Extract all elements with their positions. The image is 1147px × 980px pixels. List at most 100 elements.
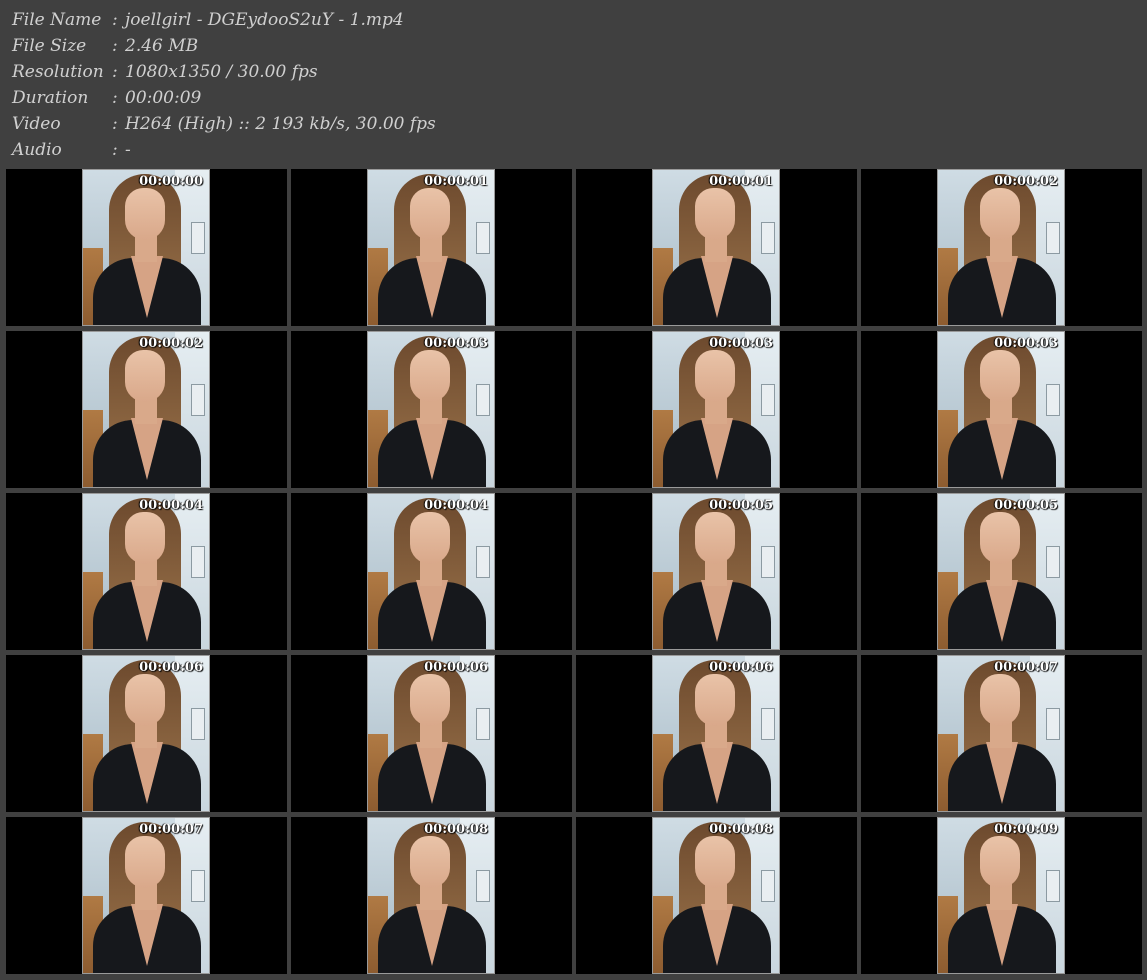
frame-panel: [1046, 222, 1060, 254]
info-row-file-size: File Size:2.46 MB: [12, 33, 198, 59]
timestamp-label: 00:00:08: [709, 822, 773, 837]
timestamp-label: 00:00:01: [709, 174, 773, 189]
frame-panel: [1046, 546, 1060, 578]
video-frame-image: 00:00:06: [82, 655, 210, 812]
frame-panel: [191, 546, 205, 578]
frame-face: [980, 512, 1020, 564]
frame-face: [410, 188, 450, 240]
frame-face: [125, 350, 165, 402]
info-label: Resolution: [12, 62, 104, 82]
timestamp-label: 00:00:04: [139, 498, 203, 513]
frame-face: [410, 350, 450, 402]
thumbnail-cell: 00:00:02: [6, 331, 287, 488]
thumbnail-cell: 00:00:00: [6, 169, 287, 326]
timestamp-label: 00:00:00: [139, 174, 203, 189]
frame-vneck: [986, 418, 1018, 480]
frame-panel: [1046, 384, 1060, 416]
info-row-audio: Audio: -: [12, 137, 131, 163]
timestamp-label: 00:00:06: [424, 660, 488, 675]
video-frame-image: 00:00:03: [367, 331, 495, 488]
video-frame-image: 00:00:01: [367, 169, 495, 326]
video-frame-image: 00:00:03: [937, 331, 1065, 488]
info-separator: :: [112, 114, 118, 134]
frame-vneck: [131, 904, 163, 966]
frame-vneck: [701, 418, 733, 480]
frame-face: [125, 674, 165, 726]
frame-vneck: [131, 742, 163, 804]
info-value: H264 (High) :: 2 193 kb/s, 30.00 fps: [125, 114, 436, 134]
video-frame-image: 00:00:07: [82, 817, 210, 974]
frame-panel: [761, 708, 775, 740]
timestamp-label: 00:00:07: [139, 822, 203, 837]
frame-face: [695, 836, 735, 888]
thumbnail-cell: 00:00:02: [861, 169, 1142, 326]
info-separator: :: [112, 140, 118, 160]
frame-panel: [191, 870, 205, 902]
thumbnail-cell: 00:00:04: [6, 493, 287, 650]
frame-face: [980, 350, 1020, 402]
frame-vneck: [701, 256, 733, 318]
frame-vneck: [416, 418, 448, 480]
thumbnail-cell: 00:00:05: [576, 493, 857, 650]
video-frame-image: 00:00:00: [82, 169, 210, 326]
frame-face: [410, 512, 450, 564]
info-separator: :: [112, 36, 118, 56]
thumbnail-cell: 00:00:01: [576, 169, 857, 326]
info-value: 1080x1350 / 30.00 fps: [125, 62, 318, 82]
frame-vneck: [416, 904, 448, 966]
frame-face: [695, 674, 735, 726]
frame-panel: [191, 708, 205, 740]
thumbnail-cell: 00:00:08: [291, 817, 572, 974]
video-frame-image: 00:00:04: [367, 493, 495, 650]
frame-face: [695, 188, 735, 240]
frame-panel: [476, 222, 490, 254]
frame-face: [980, 188, 1020, 240]
info-label: File Size: [12, 36, 87, 56]
thumbnail-cell: 00:00:05: [861, 493, 1142, 650]
frame-panel: [761, 384, 775, 416]
video-frame-image: 00:00:05: [937, 493, 1065, 650]
info-label: Duration: [12, 88, 89, 108]
thumbnail-cell: 00:00:06: [576, 655, 857, 812]
video-frame-image: 00:00:02: [82, 331, 210, 488]
info-row-video: Video: H264 (High) :: 2 193 kb/s, 30.00 f…: [12, 111, 436, 137]
frame-vneck: [986, 904, 1018, 966]
frame-face: [695, 350, 735, 402]
frame-panel: [761, 222, 775, 254]
thumbnail-cell: 00:00:06: [6, 655, 287, 812]
thumbnail-cell: 00:00:07: [861, 655, 1142, 812]
info-value: 00:00:09: [125, 88, 202, 108]
timestamp-label: 00:00:06: [139, 660, 203, 675]
thumbnail-cell: 00:00:06: [291, 655, 572, 812]
video-frame-image: 00:00:08: [652, 817, 780, 974]
frame-panel: [476, 870, 490, 902]
frame-vneck: [416, 742, 448, 804]
video-frame-image: 00:00:06: [367, 655, 495, 812]
frame-vneck: [986, 580, 1018, 642]
video-frame-image: 00:00:04: [82, 493, 210, 650]
timestamp-label: 00:00:05: [709, 498, 773, 513]
info-value: -: [125, 140, 131, 160]
thumbnail-cell: 00:00:09: [861, 817, 1142, 974]
frame-vneck: [131, 580, 163, 642]
frame-face: [410, 836, 450, 888]
timestamp-label: 00:00:03: [424, 336, 488, 351]
info-row-file-name: File Name: joellgirl - DGEydooS2uY - 1.mp…: [12, 7, 404, 33]
thumbnail-cell: 00:00:03: [861, 331, 1142, 488]
info-label: Audio: [12, 140, 62, 160]
frame-vneck: [416, 256, 448, 318]
frame-vneck: [986, 256, 1018, 318]
frame-vneck: [131, 256, 163, 318]
info-separator: :: [112, 88, 118, 108]
frame-vneck: [701, 580, 733, 642]
video-frame-image: 00:00:09: [937, 817, 1065, 974]
info-separator: :: [112, 10, 118, 30]
frame-vneck: [416, 580, 448, 642]
frame-face: [980, 836, 1020, 888]
frame-panel: [761, 546, 775, 578]
info-row-duration: Duration:00:00:09: [12, 85, 201, 111]
frame-panel: [1046, 708, 1060, 740]
timestamp-label: 00:00:05: [994, 498, 1058, 513]
frame-panel: [761, 870, 775, 902]
frame-vneck: [701, 742, 733, 804]
